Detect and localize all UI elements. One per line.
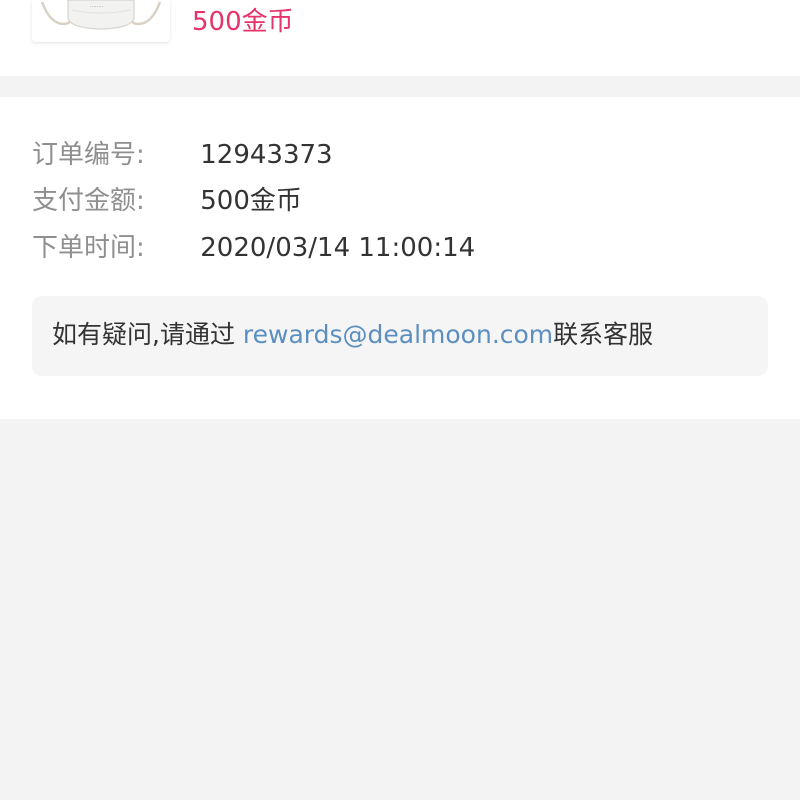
customer-service-notice: 如有疑问,请通过 rewards@dealmoon.com联系客服 [32,296,768,376]
help-suffix: 联系客服 [553,320,654,349]
order-time-label: 下单时间: [32,233,145,263]
order-time-row: 下单时间: 2020/03/14 11:00:14 [32,228,475,268]
svg-text:········: ········ [90,4,104,10]
payment-amount-label: 支付金额: [32,186,145,216]
order-number-value: 12943373 [200,140,333,170]
order-number-label: 订单编号: [32,140,145,170]
help-text: 如有疑问,请通过 rewards@dealmoon.com联系客服 [52,315,653,355]
help-prefix: 如有疑问,请通过 [52,320,243,349]
payment-amount-row: 支付金额: 500金币 [32,181,302,221]
order-time-value: 2020/03/14 11:00:14 [200,233,476,263]
product-price: 500金币 [192,7,294,37]
mask-icon: ········ [32,0,170,42]
order-number-row: 订单编号: 12943373 [32,135,333,175]
order-info-card: 订单编号: 12943373 支付金额: 500金币 下单时间: 2020/03… [0,97,800,419]
order-detail-page: ········ 500金币 订单编号: 12943373 支付金额: 500金… [0,0,800,800]
product-card[interactable]: ········ 500金币 [0,0,800,76]
support-email-link[interactable]: rewards@dealmoon.com [243,320,553,349]
payment-amount-value: 500金币 [200,186,302,216]
product-image[interactable]: ········ [32,0,170,42]
